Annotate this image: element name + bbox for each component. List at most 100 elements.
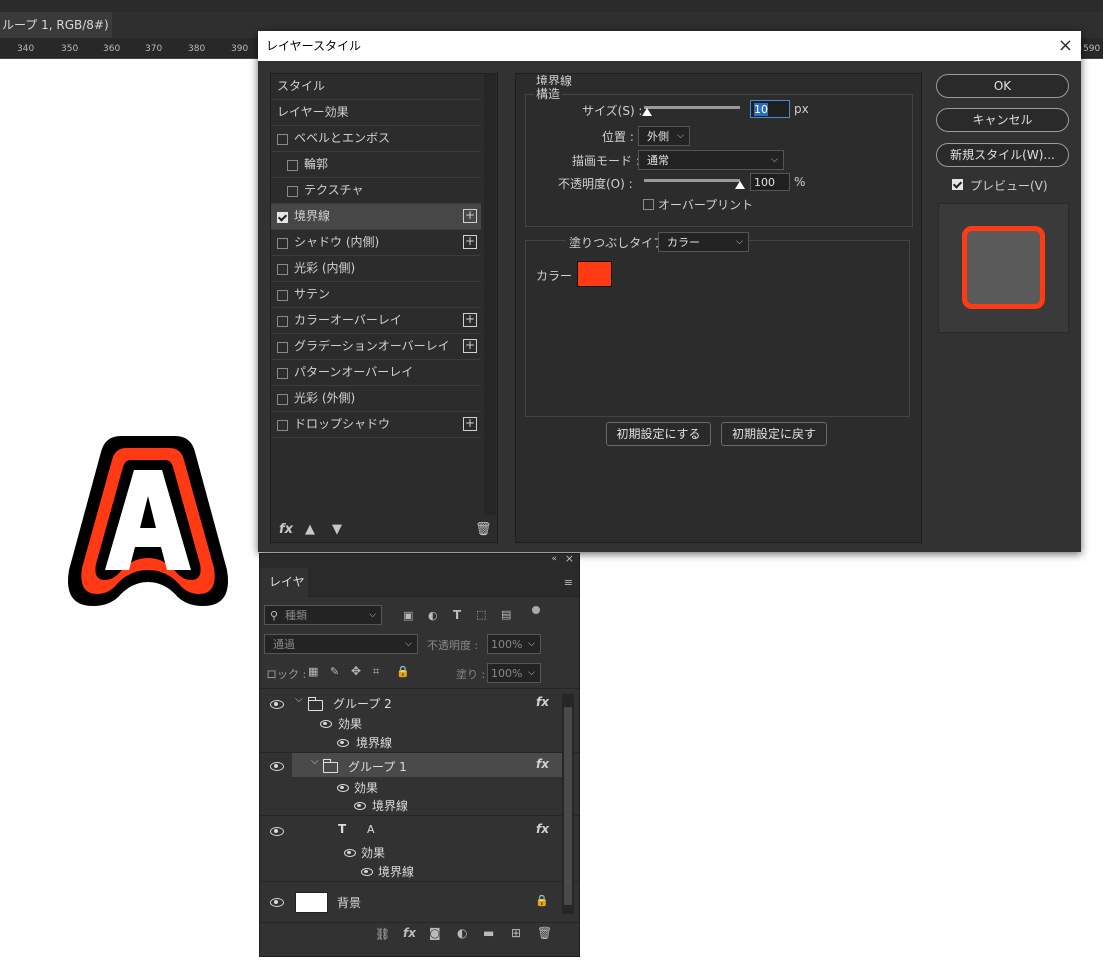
- new-style-button[interactable]: 新規スタイル(W)...: [936, 143, 1069, 167]
- cancel-button[interactable]: キャンセル: [936, 108, 1069, 132]
- effect-visibility-eye-icon[interactable]: [361, 868, 373, 876]
- opacity-input[interactable]: 100: [750, 173, 790, 191]
- document-tab[interactable]: ループ 1, RGB/8#) *×: [0, 12, 112, 38]
- stroke-color-swatch[interactable]: [577, 261, 612, 287]
- effect-visibility-eye-icon[interactable]: [354, 802, 366, 810]
- lock-all-icon[interactable]: 🔒: [396, 665, 410, 678]
- layer-fill-field[interactable]: 100% ⌵: [487, 663, 541, 683]
- style-item[interactable]: シャドウ (内側) +: [271, 230, 481, 256]
- fx-icon[interactable]: fx: [536, 822, 549, 836]
- layer-opacity-field[interactable]: 100% ⌵: [487, 634, 541, 654]
- chevron-down-icon[interactable]: ⌵: [311, 756, 319, 767]
- delete-layer-icon[interactable]: 🗑: [537, 926, 552, 940]
- close-panel-icon[interactable]: ×: [565, 552, 574, 565]
- style-item[interactable]: 境界線 +: [271, 204, 481, 230]
- preview-checkbox[interactable]: [952, 179, 963, 190]
- layer-filter-dropdown[interactable]: ⚲ 種類 ⌵: [264, 605, 382, 625]
- layers-scrollbar-thumb[interactable]: [564, 707, 572, 905]
- restore-default-button[interactable]: 初期設定に戻す: [721, 422, 827, 446]
- add-style-fx-icon[interactable]: fx: [403, 926, 416, 940]
- style-item[interactable]: カラーオーバーレイ +: [271, 308, 481, 334]
- opacity-slider-track[interactable]: [644, 179, 740, 182]
- lock-move-icon[interactable]: ✥: [351, 664, 361, 678]
- style-checkbox[interactable]: [277, 420, 288, 431]
- style-checkbox[interactable]: [277, 394, 288, 405]
- smart-object-filter-icon[interactable]: ▤: [501, 608, 511, 621]
- style-item[interactable]: グラデーションオーバーレイ +: [271, 334, 481, 360]
- lock-artboard-icon[interactable]: ⌗: [373, 665, 379, 679]
- layer-blend-mode-dropdown[interactable]: 通過 ⌵: [264, 634, 418, 654]
- pixel-filter-icon[interactable]: ▣: [403, 609, 413, 622]
- style-checkbox[interactable]: [277, 368, 288, 379]
- style-checkbox[interactable]: [277, 134, 288, 145]
- filter-toggle-icon[interactable]: [532, 606, 540, 614]
- visibility-eye-icon[interactable]: [270, 762, 284, 771]
- fill-type-dropdown[interactable]: カラー ⌵: [658, 232, 749, 252]
- style-item[interactable]: テクスチャ: [271, 178, 481, 204]
- visibility-eye-icon[interactable]: [270, 700, 284, 709]
- size-slider-thumb[interactable]: [641, 108, 652, 116]
- style-item[interactable]: レイヤー効果: [271, 100, 481, 126]
- layer-row-text-a[interactable]: T A fx 効果 境界線: [260, 816, 562, 879]
- add-effect-plus-icon[interactable]: +: [463, 339, 477, 353]
- add-effect-plus-icon[interactable]: +: [463, 209, 477, 223]
- overprint-checkbox[interactable]: [643, 199, 654, 210]
- blend-mode-dropdown[interactable]: 通常 ⌵: [638, 150, 784, 170]
- chevron-down-icon[interactable]: ⌵: [295, 694, 303, 705]
- panel-menu-icon[interactable]: ≡: [564, 576, 573, 589]
- visibility-eye-icon[interactable]: [270, 827, 284, 836]
- fx-icon[interactable]: fx: [536, 757, 549, 771]
- style-checkbox[interactable]: [277, 212, 288, 223]
- style-item[interactable]: 光彩 (外側): [271, 386, 481, 412]
- style-item[interactable]: ベベルとエンボス: [271, 126, 481, 152]
- visibility-eye-icon[interactable]: [270, 898, 284, 907]
- style-item[interactable]: パターンオーバーレイ: [271, 360, 481, 386]
- style-item[interactable]: 光彩 (内側): [271, 256, 481, 282]
- style-checkbox[interactable]: [277, 238, 288, 249]
- add-effect-plus-icon[interactable]: +: [463, 235, 477, 249]
- trash-icon[interactable]: 🗑: [475, 522, 492, 537]
- lock-brush-icon[interactable]: ✎: [330, 665, 339, 678]
- reset-default-button[interactable]: 初期設定にする: [606, 422, 711, 446]
- type-filter-icon[interactable]: T: [453, 608, 461, 622]
- adjustment-layer-icon[interactable]: ◐: [457, 926, 467, 940]
- effects-visibility-eye-icon[interactable]: [320, 720, 332, 728]
- style-checkbox[interactable]: [287, 160, 298, 171]
- link-layers-icon[interactable]: ⛓: [375, 927, 390, 941]
- style-checkbox[interactable]: [277, 264, 288, 275]
- style-list-scrollbar[interactable]: [484, 74, 496, 515]
- tab-layers[interactable]: レイヤー: [260, 568, 308, 617]
- ok-button[interactable]: OK: [936, 74, 1069, 98]
- effect-visibility-eye-icon[interactable]: [337, 739, 349, 747]
- opacity-slider-thumb[interactable]: [735, 181, 745, 189]
- effects-visibility-eye-icon[interactable]: [337, 784, 349, 792]
- fx-icon[interactable]: fx: [536, 695, 549, 709]
- style-item[interactable]: スタイル: [271, 74, 481, 100]
- new-group-folder-icon[interactable]: ▬: [483, 926, 494, 940]
- size-input[interactable]: 10: [750, 100, 790, 118]
- fx-icon[interactable]: fx: [279, 522, 293, 537]
- arrow-down-icon[interactable]: ▼: [332, 522, 342, 537]
- new-layer-icon[interactable]: ⊞: [511, 926, 521, 940]
- effects-visibility-eye-icon[interactable]: [344, 849, 356, 857]
- layer-row-group-2[interactable]: ⌵ グループ 2 fx 効果 境界線: [260, 689, 562, 752]
- style-checkbox[interactable]: [277, 342, 288, 353]
- shape-filter-icon[interactable]: ⬚: [476, 608, 486, 621]
- adjustment-filter-icon[interactable]: ◐: [428, 609, 438, 622]
- style-checkbox[interactable]: [277, 290, 288, 301]
- arrow-up-icon[interactable]: ▲: [305, 522, 315, 537]
- size-slider-track[interactable]: [644, 106, 740, 109]
- layer-row-background[interactable]: 背景 🔒: [260, 882, 562, 920]
- lock-transparent-icon[interactable]: ▦: [308, 665, 318, 678]
- style-item[interactable]: ドロップシャドウ +: [271, 412, 481, 438]
- add-mask-icon[interactable]: ◙: [429, 926, 441, 940]
- position-dropdown[interactable]: 外側 ⌵: [638, 126, 690, 146]
- style-checkbox[interactable]: [287, 186, 298, 197]
- add-effect-plus-icon[interactable]: +: [463, 417, 477, 431]
- add-effect-plus-icon[interactable]: +: [463, 313, 477, 327]
- style-checkbox[interactable]: [277, 316, 288, 327]
- close-icon[interactable]: ×: [1058, 31, 1073, 61]
- collapse-icon[interactable]: «: [551, 554, 557, 564]
- layer-row-group-1[interactable]: ⌵ グループ 1 fx 効果 境界線: [260, 753, 562, 815]
- style-item[interactable]: 輪郭: [271, 152, 481, 178]
